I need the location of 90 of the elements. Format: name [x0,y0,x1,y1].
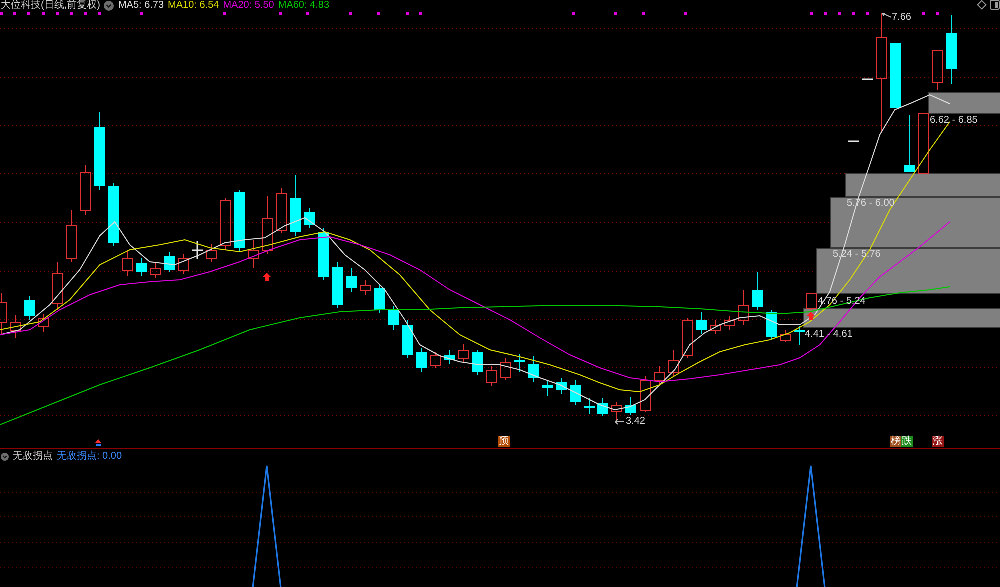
up-arrow-icon [263,273,271,281]
candlestick [556,378,567,394]
candlestick [374,284,385,314]
signal-badge: 预 [498,436,510,447]
high-price-label: 7.66 [892,12,912,23]
candlestick [178,254,189,274]
candlestick [150,262,161,278]
moving-average-value: MA5: 6.73 [118,0,164,12]
candlestick [486,366,497,386]
candlestick [597,398,608,416]
candlestick [402,320,413,358]
candlestick [710,320,721,334]
candlestick [80,164,91,216]
candlestick [528,356,539,382]
candlestick [682,318,693,358]
signal-badge: 榜 [890,436,902,447]
candlestick [66,210,77,262]
candlestick [276,188,287,234]
candlestick [904,114,915,172]
candlestick [472,350,483,376]
candlestick [458,344,469,362]
candlestick [0,292,7,336]
low-price-label: 3.42 [626,416,646,427]
candlestick [108,182,119,246]
candlestick [388,306,399,330]
candlestick [430,352,441,368]
candlestick [136,258,147,276]
candlestick [696,312,707,334]
candlestick [625,396,636,416]
candlestick [332,262,343,308]
candlestick [122,250,133,276]
candlestick [444,350,455,364]
candlestick [24,296,35,320]
candlestick [570,380,581,406]
candlestick [304,208,315,228]
candlestick [38,314,49,332]
candlestick [848,140,859,142]
candlestick [360,280,371,296]
candlestick [738,290,749,326]
candlestick [542,380,553,396]
candlestick [766,310,777,340]
candlestick [514,354,525,372]
moving-average-value: MA60: 4.83 [278,0,330,12]
signal-badge: 涨 [932,436,944,447]
price-range-label: 4.41 - 4.61 [805,329,853,340]
candlestick [918,113,929,174]
pointer-arrow-icon [615,419,625,425]
up-arrow-icon [807,312,815,320]
panel-icon[interactable] [990,0,1000,10]
candlestick [318,228,329,280]
candlestick [862,78,873,80]
diamond-icon[interactable] [977,0,987,10]
signal-badge: 跌 [901,436,913,447]
candlestick [611,402,622,424]
candlestick [192,241,203,259]
candlestick [780,330,791,342]
candlestick [890,42,901,108]
moving-average-value: MA20: 5.50 [223,0,274,12]
candlestick [10,314,21,338]
candlestick [932,50,943,90]
candlestick [206,244,217,262]
candlestick [416,348,427,372]
candlestick [806,293,817,310]
candlestick [640,376,651,412]
chip-bar [928,92,1000,114]
candlestick [346,268,357,292]
candlestick [794,326,805,346]
candlestick [946,14,957,84]
candlestick [52,262,63,310]
candlestick [724,316,735,330]
indicator-value: 无敌拐点: 0.00 [57,451,122,463]
candlestick [752,272,763,310]
candlestick [290,174,301,236]
candlestick [220,198,231,250]
indicator-name: 无敌拐点 [13,451,53,463]
price-range-label: 6.62 - 6.85 [930,115,978,126]
candlestick [164,252,175,272]
candlestick [654,366,665,384]
candlestick [668,350,679,376]
candlestick [248,240,259,268]
moving-average-value: MA10: 6.54 [168,0,220,12]
up-arrow-icon [95,439,102,447]
chart-title: 大位科技(日线,前复权) [1,0,100,12]
candlestick [234,190,245,252]
candlestick [262,196,273,254]
chevron-circle-icon[interactable] [104,1,114,11]
candlestick [500,358,511,380]
pointer-arrow-icon [882,13,892,19]
candlestick [584,398,595,414]
chevron-circle-icon[interactable] [1,453,9,461]
